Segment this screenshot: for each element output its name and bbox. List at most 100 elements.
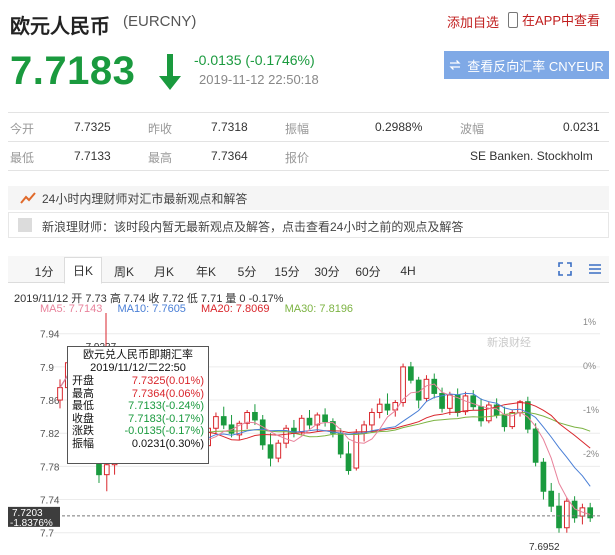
phone-icon — [508, 11, 518, 28]
candle-body[interactable] — [470, 395, 477, 408]
stat-label-range: 波幅 — [460, 122, 485, 136]
candle-body[interactable] — [556, 505, 562, 529]
stat-label-low: 最低 — [10, 151, 35, 165]
tab-1min[interactable]: 1分 — [29, 260, 59, 282]
stat-value-amplitude: 0.2988% — [375, 120, 423, 134]
candle-body[interactable] — [220, 416, 227, 426]
candle-body[interactable] — [322, 414, 328, 423]
y-tick-label: 7.7 — [40, 529, 54, 540]
candle-body[interactable] — [462, 395, 469, 413]
tooltip-date: 2019/11/12/二22:50 — [90, 362, 186, 374]
quote-timestamp: 2019-11-12 22:50:18 — [199, 72, 319, 87]
menu-icon[interactable] — [588, 262, 602, 276]
candle-body[interactable] — [259, 419, 266, 446]
candle-body[interactable] — [478, 406, 484, 422]
candle-body[interactable] — [501, 414, 508, 428]
tooltip-row: 最高 7.7364(0.06%) — [72, 388, 204, 401]
tooltip-key: 开盘 — [72, 375, 94, 387]
candle-body[interactable] — [517, 401, 523, 413]
candle-body[interactable] — [384, 403, 391, 411]
tooltip-row: 最低 7.7133(-0.24%) — [72, 400, 204, 413]
tooltip-key: 涨跌 — [72, 425, 94, 438]
candle-body[interactable] — [337, 432, 344, 455]
candle-body[interactable] — [369, 411, 375, 426]
tab-15min[interactable]: 15分 — [272, 260, 302, 282]
reverse-rate-label: 查看反向汇率 CNYEUR — [467, 58, 604, 74]
swap-icon — [449, 60, 461, 70]
stat-value-prev-close: 7.7318 — [211, 120, 248, 134]
stat-value-high: 7.7364 — [211, 149, 248, 163]
candle-body[interactable] — [532, 428, 539, 463]
candle-body[interactable] — [509, 411, 516, 428]
tooltip-value: 7.7364(0.06%) — [131, 387, 204, 400]
pct-tick-label: -1% — [583, 405, 599, 415]
candle-body[interactable] — [298, 417, 305, 433]
tab-60min[interactable]: 60分 — [352, 260, 384, 282]
candle-body[interactable] — [376, 403, 383, 413]
current-pct-label: -1.8376% — [10, 518, 53, 529]
opinion-title[interactable]: 24小时内理财师对汇市最新观点和解答 — [42, 190, 247, 207]
stat-value-low: 7.7133 — [74, 149, 111, 163]
candle-body[interactable] — [548, 490, 555, 507]
min-annotation: 7.6952 — [529, 542, 560, 553]
fullscreen-icon[interactable] — [558, 262, 572, 276]
tooltip-row: 振幅 0.0231(0.30%) — [72, 438, 204, 451]
candle-body[interactable] — [408, 366, 414, 381]
candle-body[interactable] — [213, 416, 219, 429]
tooltip-key: 最高 — [72, 387, 94, 400]
stat-label-open: 今开 — [10, 122, 35, 136]
tab-yearly-k[interactable]: 年K — [190, 260, 222, 282]
divider — [8, 141, 609, 142]
candle-body[interactable] — [103, 464, 110, 476]
tab-daily-k[interactable]: 日K — [64, 257, 102, 284]
candle-body[interactable] — [267, 444, 274, 459]
y-tick-label: 7.78 — [40, 462, 60, 473]
candle-body[interactable] — [275, 442, 282, 459]
view-in-app-link[interactable]: 在APP中查看 — [508, 10, 600, 29]
tab-monthly-k[interactable]: 月K — [148, 260, 180, 282]
tooltip-row: 开盘 7.7325(0.01%) — [72, 375, 204, 388]
divider — [8, 112, 609, 113]
add-favorite-link[interactable]: 添加自选 — [447, 12, 499, 31]
reverse-rate-button[interactable]: 查看反向汇率 CNYEUR — [444, 51, 609, 79]
candle-body[interactable] — [252, 411, 258, 421]
opinion-message[interactable]: 新浪理财师：该时段内暂无最新观点及解答，点击查看24小时之前的观点及解答 — [42, 218, 463, 235]
avatar-icon — [18, 218, 32, 232]
candle-body[interactable] — [345, 453, 352, 472]
tooltip-key: 收盘 — [72, 412, 94, 425]
candle-body[interactable] — [400, 366, 406, 404]
candle-tooltip: 欧元兑人民币即期汇率 2019/11/12/二22:50 开盘 7.7325(0.… — [67, 346, 209, 464]
stat-value-range: 0.0231 — [563, 120, 600, 134]
tooltip-value: -0.0135(-0.17%) — [124, 425, 205, 438]
candle-body[interactable] — [540, 461, 547, 492]
y-tick-label: 7.86 — [40, 396, 60, 407]
candle-body[interactable] — [306, 417, 313, 426]
stat-label-high: 最高 — [148, 151, 173, 165]
tooltip-title: 欧元兑人民币即期汇率 — [83, 349, 193, 361]
watermark: 新浪财经 — [487, 335, 531, 349]
stat-label-amplitude: 振幅 — [285, 122, 310, 136]
tooltip-key: 振幅 — [72, 437, 94, 450]
stat-label-quote-source: 报价 — [285, 151, 310, 165]
tab-30min[interactable]: 30分 — [312, 260, 342, 282]
tab-4h[interactable]: 4H — [394, 260, 422, 282]
candle-body[interactable] — [57, 387, 63, 401]
candle-body[interactable] — [447, 394, 453, 409]
tab-5min[interactable]: 5分 — [232, 260, 262, 282]
view-in-app-label: 在APP中查看 — [522, 13, 601, 28]
candle-body[interactable] — [524, 401, 531, 430]
pct-tick-label: 1% — [583, 317, 596, 327]
candle-body[interactable] — [563, 500, 570, 529]
price-change: -0.0135 (-0.1746%) — [194, 52, 315, 68]
candle-body[interactable] — [423, 378, 430, 399]
y-tick-label: 7.82 — [40, 429, 60, 440]
tooltip-key: 最低 — [72, 400, 94, 413]
tooltip-value: 0.0231(0.30%) — [131, 437, 204, 450]
stat-label-prev-close: 昨收 — [148, 122, 173, 136]
pct-tick-label: -2% — [583, 449, 599, 459]
tab-weekly-k[interactable]: 周K — [108, 260, 140, 282]
current-price: 7.7183 — [10, 49, 136, 93]
pct-tick-label: 0% — [583, 361, 596, 371]
candle-body[interactable] — [353, 432, 360, 469]
y-tick-label: 7.74 — [40, 496, 60, 507]
